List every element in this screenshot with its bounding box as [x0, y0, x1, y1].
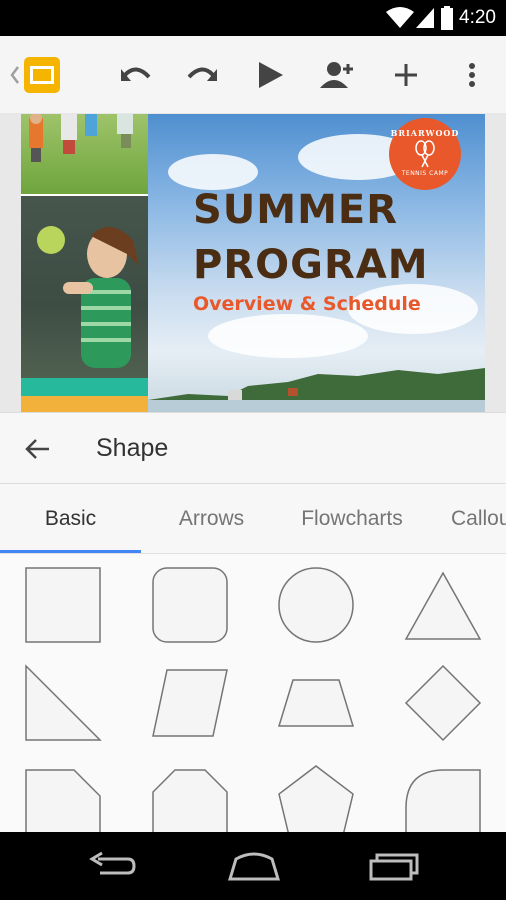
shape-parallelogram[interactable] [151, 668, 229, 738]
battery-icon [441, 6, 453, 30]
camp-logo-badge[interactable]: BRIARWOOD TENNIS CAMP [389, 118, 461, 190]
shape-right-triangle[interactable] [24, 664, 102, 742]
shape-diamond[interactable] [404, 664, 482, 742]
add-person-icon [320, 62, 353, 88]
editor-toolbar [0, 36, 506, 114]
teal-stripe [21, 378, 148, 396]
girl-tennis-photo [21, 196, 148, 378]
cell-signal-icon [416, 8, 434, 28]
shape-category-tabs: Basic Arrows Flowcharts Callou [0, 484, 506, 554]
system-nav-bar [0, 832, 506, 900]
share-button[interactable] [316, 36, 360, 114]
shape-panel-header: Shape [0, 412, 506, 484]
shape-octagon[interactable] [151, 768, 229, 834]
play-icon [259, 62, 283, 88]
home-nav-icon [228, 852, 280, 881]
status-bar: 4:20 [0, 0, 506, 36]
slide-title-line1[interactable]: SUMMER [193, 187, 398, 233]
plus-icon [395, 64, 417, 86]
tab-label: Arrows [178, 507, 245, 530]
nav-back-button[interactable] [80, 832, 144, 900]
tab-callouts[interactable]: Callou [422, 484, 506, 553]
panel-title: Shape [96, 434, 169, 462]
screen: 4:20 SUMMER PROGRAM Overview & Schedule … [0, 0, 506, 900]
lake-water [148, 400, 485, 412]
tab-label: Flowcharts [301, 507, 403, 530]
tab-arrows[interactable]: Arrows [141, 484, 282, 553]
slides-app-icon [24, 57, 60, 93]
present-button[interactable] [248, 36, 292, 114]
back-button[interactable] [18, 429, 58, 469]
nav-recents-button[interactable] [362, 832, 426, 900]
back-nav-icon [89, 851, 136, 875]
slide-canvas[interactable]: SUMMER PROGRAM Overview & Schedule BRIAR… [0, 114, 506, 412]
yellow-stripe [21, 396, 148, 412]
tab-flowcharts[interactable]: Flowcharts [282, 484, 422, 553]
slide[interactable]: SUMMER PROGRAM Overview & Schedule BRIAR… [21, 114, 485, 412]
shape-rectangle[interactable] [24, 566, 102, 644]
shape-ellipse[interactable] [277, 566, 355, 644]
kids-photo-column [21, 114, 148, 412]
nav-home-button[interactable] [222, 832, 286, 900]
shape-grid [0, 554, 506, 834]
home-button[interactable] [0, 36, 68, 114]
wifi-icon [386, 7, 414, 28]
undo-icon [121, 67, 151, 81]
chevron-left-icon [10, 66, 19, 84]
shape-trapezoid[interactable] [277, 678, 355, 728]
arrow-left-icon [25, 439, 49, 459]
shape-round-corner-shape[interactable] [404, 768, 482, 834]
insert-button[interactable] [384, 36, 428, 114]
tab-label: Callou [451, 507, 506, 530]
treeline [148, 368, 485, 404]
badge-subtitle: TENNIS CAMP [401, 170, 449, 177]
shape-triangle[interactable] [404, 570, 482, 642]
status-time: 4:20 [459, 7, 496, 28]
more-options-button[interactable] [452, 36, 492, 114]
redo-button[interactable] [180, 36, 224, 114]
shape-rounded-rectangle[interactable] [151, 566, 229, 644]
active-tab-indicator [0, 550, 141, 553]
slide-title-line2[interactable]: PROGRAM [193, 242, 429, 288]
slide-subtitle[interactable]: Overview & Schedule [193, 293, 421, 315]
recents-nav-icon [369, 853, 419, 881]
tab-label: Basic [44, 507, 97, 530]
tennis-rackets-icon [415, 140, 435, 168]
shape-snip-corner-rectangle[interactable] [24, 768, 102, 834]
undo-button[interactable] [114, 36, 158, 114]
tab-basic[interactable]: Basic [0, 484, 141, 553]
badge-name: BRIARWOOD [390, 128, 460, 138]
kids-running-photo [21, 114, 148, 194]
more-vert-icon [469, 63, 475, 87]
shape-pentagon[interactable] [277, 764, 355, 834]
redo-icon [187, 67, 217, 81]
